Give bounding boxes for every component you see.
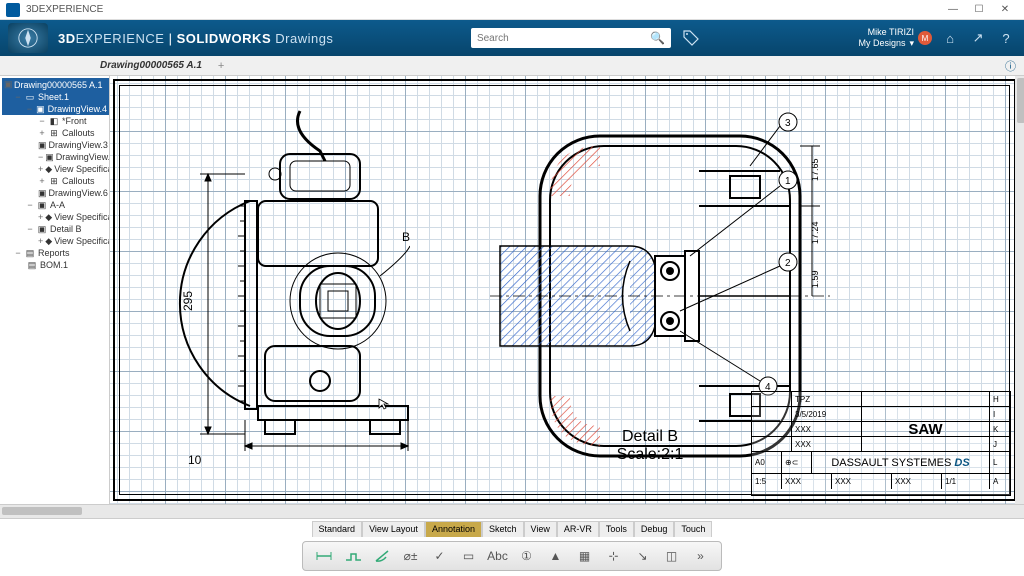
tab-view-layout[interactable]: View Layout bbox=[362, 521, 425, 537]
tree-reports[interactable]: −▤Reports bbox=[2, 247, 109, 259]
share-icon[interactable]: ↗ bbox=[968, 28, 988, 48]
detail-caption: Detail B Scale:2:1 bbox=[570, 428, 730, 464]
scrollbar-vertical[interactable] bbox=[1015, 76, 1024, 504]
cursor-icon bbox=[378, 398, 390, 410]
text-icon[interactable]: Abc bbox=[486, 545, 510, 567]
drawing-canvas[interactable]: B 10 295 bbox=[110, 76, 1024, 504]
tree-item[interactable]: +⊞Callouts bbox=[2, 175, 109, 187]
drawing-view-front: B 10 295 bbox=[170, 106, 410, 466]
table-icon[interactable]: ▦ bbox=[573, 545, 597, 567]
tree-item[interactable]: +◆View Specification bbox=[2, 163, 109, 175]
help-icon[interactable]: ? bbox=[996, 28, 1016, 48]
svg-text:2: 2 bbox=[785, 258, 791, 269]
balloon-icon[interactable]: ① bbox=[515, 545, 539, 567]
tab-sketch[interactable]: Sketch bbox=[482, 521, 524, 537]
tree-item[interactable]: ▣DrawingView.3 bbox=[2, 139, 109, 151]
home-icon[interactable]: ⌂ bbox=[940, 28, 960, 48]
tab-tools[interactable]: Tools bbox=[599, 521, 634, 537]
tab-ar-vr[interactable]: AR-VR bbox=[557, 521, 599, 537]
user-name: Mike TIRIZI bbox=[858, 27, 914, 38]
tolerance-icon[interactable]: ⌀± bbox=[399, 545, 423, 567]
brand-label: 3DEXPERIENCE | SOLIDWORKS Drawings bbox=[58, 31, 333, 46]
tree-item[interactable]: −◧*Front bbox=[2, 115, 109, 127]
tree-sheet[interactable]: −▭Sheet.1 bbox=[2, 91, 109, 103]
datum-icon[interactable]: ▲ bbox=[544, 545, 568, 567]
minimize-button[interactable]: — bbox=[940, 1, 966, 19]
expand-icon[interactable]: » bbox=[689, 545, 713, 567]
document-tab[interactable]: Drawing00000565 A.1 bbox=[90, 58, 212, 73]
tag-icon[interactable] bbox=[681, 28, 701, 48]
title-block: TPZ H 3/5/2019SAWI XXXK XXXJ A0⊕⊂DASSAUL… bbox=[751, 391, 1011, 496]
tab-touch[interactable]: Touch bbox=[674, 521, 712, 537]
arrow-icon[interactable]: ↘ bbox=[631, 545, 655, 567]
svg-text:1: 1 bbox=[785, 176, 791, 187]
search-box[interactable]: 🔍 bbox=[471, 28, 671, 48]
area-icon[interactable]: ◫ bbox=[660, 545, 684, 567]
tree-root[interactable]: ▣Drawing00000565 A.1 bbox=[2, 78, 109, 91]
axis-icon[interactable]: ⊹ bbox=[602, 545, 626, 567]
tab-view[interactable]: View bbox=[524, 521, 557, 537]
maximize-button[interactable]: ☐ bbox=[966, 1, 992, 19]
tree-item[interactable]: −▣DrawingView.5 bbox=[2, 151, 109, 163]
chain-dim-icon[interactable] bbox=[341, 545, 365, 567]
gdnt-icon[interactable]: ▭ bbox=[457, 545, 481, 567]
scrollbar-horizontal[interactable] bbox=[0, 504, 1024, 518]
roughness-icon[interactable]: ✓ bbox=[428, 545, 452, 567]
app-icon bbox=[6, 3, 20, 17]
compass-icon[interactable] bbox=[8, 23, 48, 53]
tree-item[interactable]: −▣A-A bbox=[2, 199, 109, 211]
close-button[interactable]: ✕ bbox=[992, 1, 1018, 19]
command-tabs[interactable]: Standard View Layout Annotation Sketch V… bbox=[0, 519, 1024, 537]
tab-debug[interactable]: Debug bbox=[634, 521, 675, 537]
tree-item[interactable]: ▣DrawingView.6 bbox=[2, 187, 109, 199]
angle-dim-icon[interactable] bbox=[370, 545, 394, 567]
feature-tree[interactable]: ▣Drawing00000565 A.1 −▭Sheet.1 −▣Drawing… bbox=[0, 76, 110, 504]
search-input[interactable] bbox=[477, 33, 650, 44]
svg-text:10: 10 bbox=[188, 453, 202, 466]
svg-text:B: B bbox=[402, 230, 410, 244]
tab-annotation[interactable]: Annotation bbox=[425, 521, 482, 537]
svg-text:17.65: 17.65 bbox=[810, 158, 820, 181]
tree-item[interactable]: +◆View Specification bbox=[2, 235, 109, 247]
chevron-down-icon: ▾ bbox=[909, 38, 914, 49]
new-tab-button[interactable]: + bbox=[212, 60, 230, 72]
svg-text:1.59: 1.59 bbox=[810, 270, 820, 288]
svg-text:3: 3 bbox=[785, 118, 791, 129]
tab-standard[interactable]: Standard bbox=[312, 521, 363, 537]
info-icon[interactable]: ⓘ bbox=[1005, 58, 1024, 74]
svg-text:17.24: 17.24 bbox=[810, 221, 820, 244]
my-designs-label[interactable]: My Designs bbox=[858, 38, 905, 49]
tree-bom[interactable]: ▤BOM.1 bbox=[2, 259, 109, 271]
user-block[interactable]: Mike TIRIZI My Designs ▾ bbox=[858, 27, 914, 49]
annotation-toolbar[interactable]: ⌀± ✓ ▭ Abc ① ▲ ▦ ⊹ ↘ ◫ » bbox=[302, 541, 722, 571]
dimension-icon[interactable] bbox=[312, 545, 336, 567]
svg-text:295: 295 bbox=[181, 291, 195, 311]
search-icon[interactable]: 🔍 bbox=[650, 31, 665, 45]
tree-item[interactable]: −▣DrawingView.4 bbox=[2, 103, 109, 115]
window-title: 3DEXPERIENCE bbox=[26, 4, 940, 15]
notification-badge[interactable]: M bbox=[918, 31, 932, 45]
tree-item[interactable]: +⊞Callouts bbox=[2, 127, 109, 139]
tree-item[interactable]: −▣Detail B bbox=[2, 223, 109, 235]
tree-item[interactable]: +◆View Specification bbox=[2, 211, 109, 223]
